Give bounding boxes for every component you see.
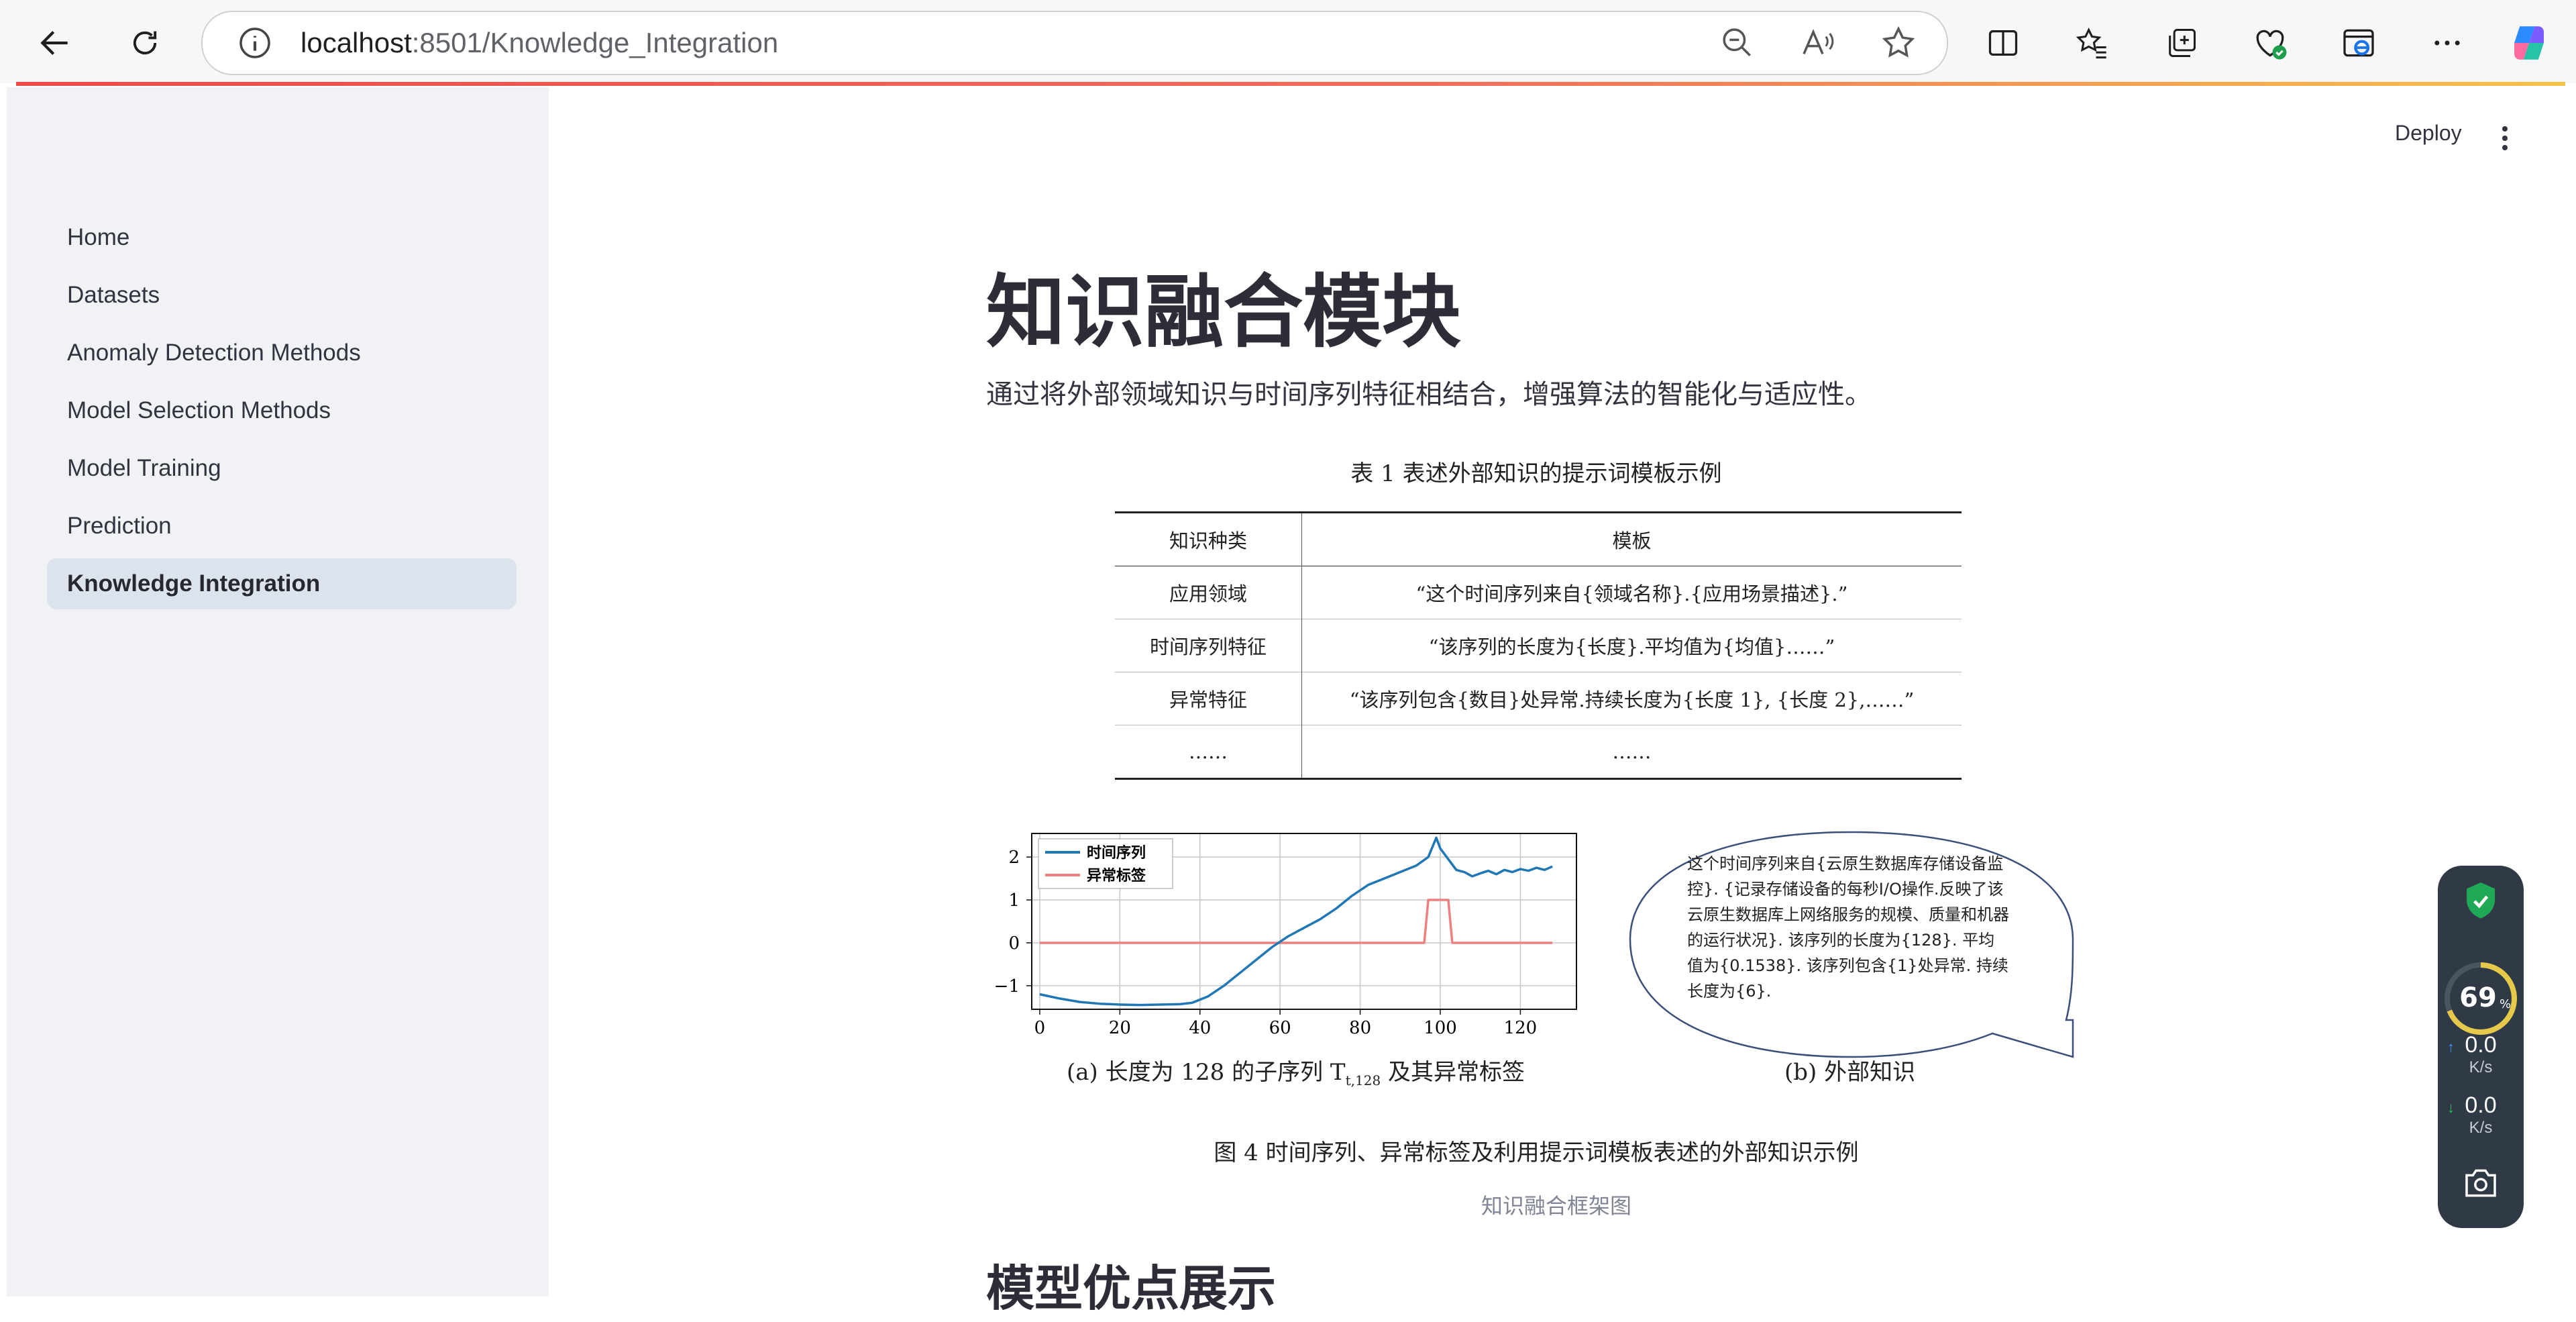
table-row: 应用领域 “这个时间序列来自{领域名称}.{应用场景描述}.”: [1115, 566, 1962, 619]
sidebar: Home Datasets Anomaly Detection Methods …: [7, 87, 549, 1296]
collections-icon[interactable]: [2156, 17, 2207, 68]
sidebar-item-model-selection-methods[interactable]: Model Selection Methods: [47, 385, 517, 436]
deploy-button[interactable]: Deploy: [2395, 121, 2462, 146]
page-title: 知识融合模块: [986, 266, 1462, 358]
address-bar[interactable]: localhost:8501/Knowledge_Integration: [201, 11, 1948, 75]
section-heading: 模型优点展示: [986, 1260, 1277, 1317]
memory-gauge[interactable]: 69 %: [2442, 960, 2520, 1037]
favorites-icon[interactable]: [2066, 17, 2117, 68]
x-tick-label: 20: [1109, 1018, 1131, 1038]
sidebar-item-anomaly-detection-methods[interactable]: Anomaly Detection Methods: [47, 327, 517, 378]
url-text[interactable]: localhost:8501/Knowledge_Integration: [301, 24, 778, 62]
x-tick-label: 0: [1034, 1018, 1046, 1038]
browser-essentials-icon[interactable]: [2245, 17, 2296, 68]
gauge-percent: 69: [2459, 982, 2497, 1013]
sidebar-item-home[interactable]: Home: [47, 212, 517, 263]
x-tick-label: 100: [1424, 1018, 1457, 1038]
series-line-anomaly-labels: [1039, 899, 1553, 944]
x-tick-label: 120: [1504, 1018, 1538, 1038]
subfigure-a-caption: (a) 长度为 128 的子序列 Tt,128 及其异常标签: [1067, 1059, 1525, 1088]
y-tick-label: 1: [1008, 891, 1020, 911]
gauge-percent-unit: %: [2500, 997, 2511, 1011]
site-info-icon[interactable]: [236, 24, 274, 62]
image-caption: 知识融合框架图: [1481, 1193, 1631, 1219]
y-tick-label: 2: [1008, 848, 1020, 868]
table-cell: 异常特征: [1169, 689, 1247, 711]
reload-icon[interactable]: [119, 17, 170, 68]
back-arrow-icon[interactable]: [30, 17, 80, 68]
legend-labels-label: 异常标签: [1087, 867, 1146, 884]
ie-mode-icon[interactable]: [2333, 17, 2384, 68]
browser-toolbar: localhost:8501/Knowledge_Integration: [0, 0, 2576, 83]
x-tick-label: 40: [1189, 1018, 1211, 1038]
page-subtitle: 通过将外部领域知识与时间序列特征相结合，增强算法的智能化与适应性。: [986, 379, 1872, 410]
table-cell: “这个时间序列来自{领域名称}.{应用场景描述}.”: [1301, 566, 1962, 619]
download-speed: ↓ 0.0 K/s: [2447, 1092, 2497, 1137]
y-tick-label: 0: [1008, 933, 1020, 954]
copilot-icon[interactable]: [2504, 17, 2555, 68]
table-cell: ……: [1301, 725, 1962, 779]
page-load-progress: [16, 82, 2565, 86]
table-header: 模板: [1301, 512, 1962, 566]
table-header: 知识种类: [1169, 529, 1247, 552]
table-row: 时间序列特征 “该序列的长度为{长度}.平均值为{均值}……”: [1115, 619, 1962, 672]
sidebar-item-prediction[interactable]: Prediction: [47, 501, 517, 552]
subfigure-b-caption: (b) 外部知识: [1784, 1059, 1916, 1086]
table-caption: 表 1 表述外部知识的提示词模板示例: [1350, 460, 1722, 487]
performance-widget[interactable]: 69 % ↑ 0.0 K/s ↓ 0.0 K/s: [2438, 866, 2524, 1228]
knowledge-framework-image: 表 1 表述外部知识的提示词模板示例 知识种类 模板 应用领域 “这个时间序列来…: [986, 443, 2093, 1181]
external-knowledge-text: 这个时间序列来自{云原生数据库存储设备监控}. {记录存储设备的每秒I/O操作.…: [1687, 854, 2009, 1001]
figure-caption: 图 4 时间序列、异常标签及利用提示词模板表述的外部知识示例: [1214, 1139, 1859, 1166]
table-cell: “该序列的长度为{长度}.平均值为{均值}……”: [1301, 619, 1962, 672]
read-aloud-icon[interactable]: [1799, 24, 1837, 62]
download-arrow-icon: ↓: [2447, 1099, 2455, 1116]
table-cell: 时间序列特征: [1149, 635, 1267, 658]
upload-speed: ↑ 0.0 K/s: [2447, 1032, 2497, 1076]
legend-series-label: 时间序列: [1087, 844, 1146, 862]
x-tick-label: 60: [1269, 1018, 1291, 1038]
time-series-chart: 0 20 40 60 80 100 120 2 1 0 −1 时间序列 异常标签: [994, 833, 1577, 1038]
table-cell: ……: [1189, 740, 1228, 763]
sidebar-item-knowledge-integration[interactable]: Knowledge Integration: [47, 558, 517, 609]
favorite-star-icon[interactable]: [1880, 24, 1917, 62]
sidebar-item-datasets[interactable]: Datasets: [47, 270, 517, 321]
chart-legend: 时间序列 异常标签: [1038, 838, 1173, 889]
x-tick-label: 80: [1349, 1018, 1371, 1038]
table-row: 异常特征 “该序列包含{数目}处异常.持续长度为{长度 1}, {长度 2},……: [1115, 672, 1962, 725]
table-row: …… ……: [1115, 725, 1962, 779]
y-tick-label: −1: [994, 976, 1020, 997]
table-cell: “该序列包含{数目}处异常.持续长度为{长度 1}, {长度 2},……”: [1301, 672, 1962, 725]
main-content: 知识融合模块 通过将外部领域知识与时间序列特征相结合，增强算法的智能化与适应性。: [986, 255, 2127, 415]
main-menu-icon[interactable]: [2498, 125, 2512, 157]
sidebar-item-model-training[interactable]: Model Training: [47, 443, 517, 494]
upload-arrow-icon: ↑: [2447, 1039, 2455, 1056]
table-cell: 应用领域: [1169, 582, 1247, 605]
screenshot-camera-icon[interactable]: [2462, 1166, 2500, 1200]
shield-check-icon[interactable]: [2462, 880, 2500, 922]
prompt-template-table: 知识种类 模板 应用领域 “这个时间序列来自{领域名称}.{应用场景描述}.” …: [1115, 511, 1962, 780]
split-screen-icon[interactable]: [1978, 17, 2029, 68]
more-options-icon[interactable]: [2422, 17, 2473, 68]
zoom-out-icon[interactable]: [1719, 24, 1756, 62]
